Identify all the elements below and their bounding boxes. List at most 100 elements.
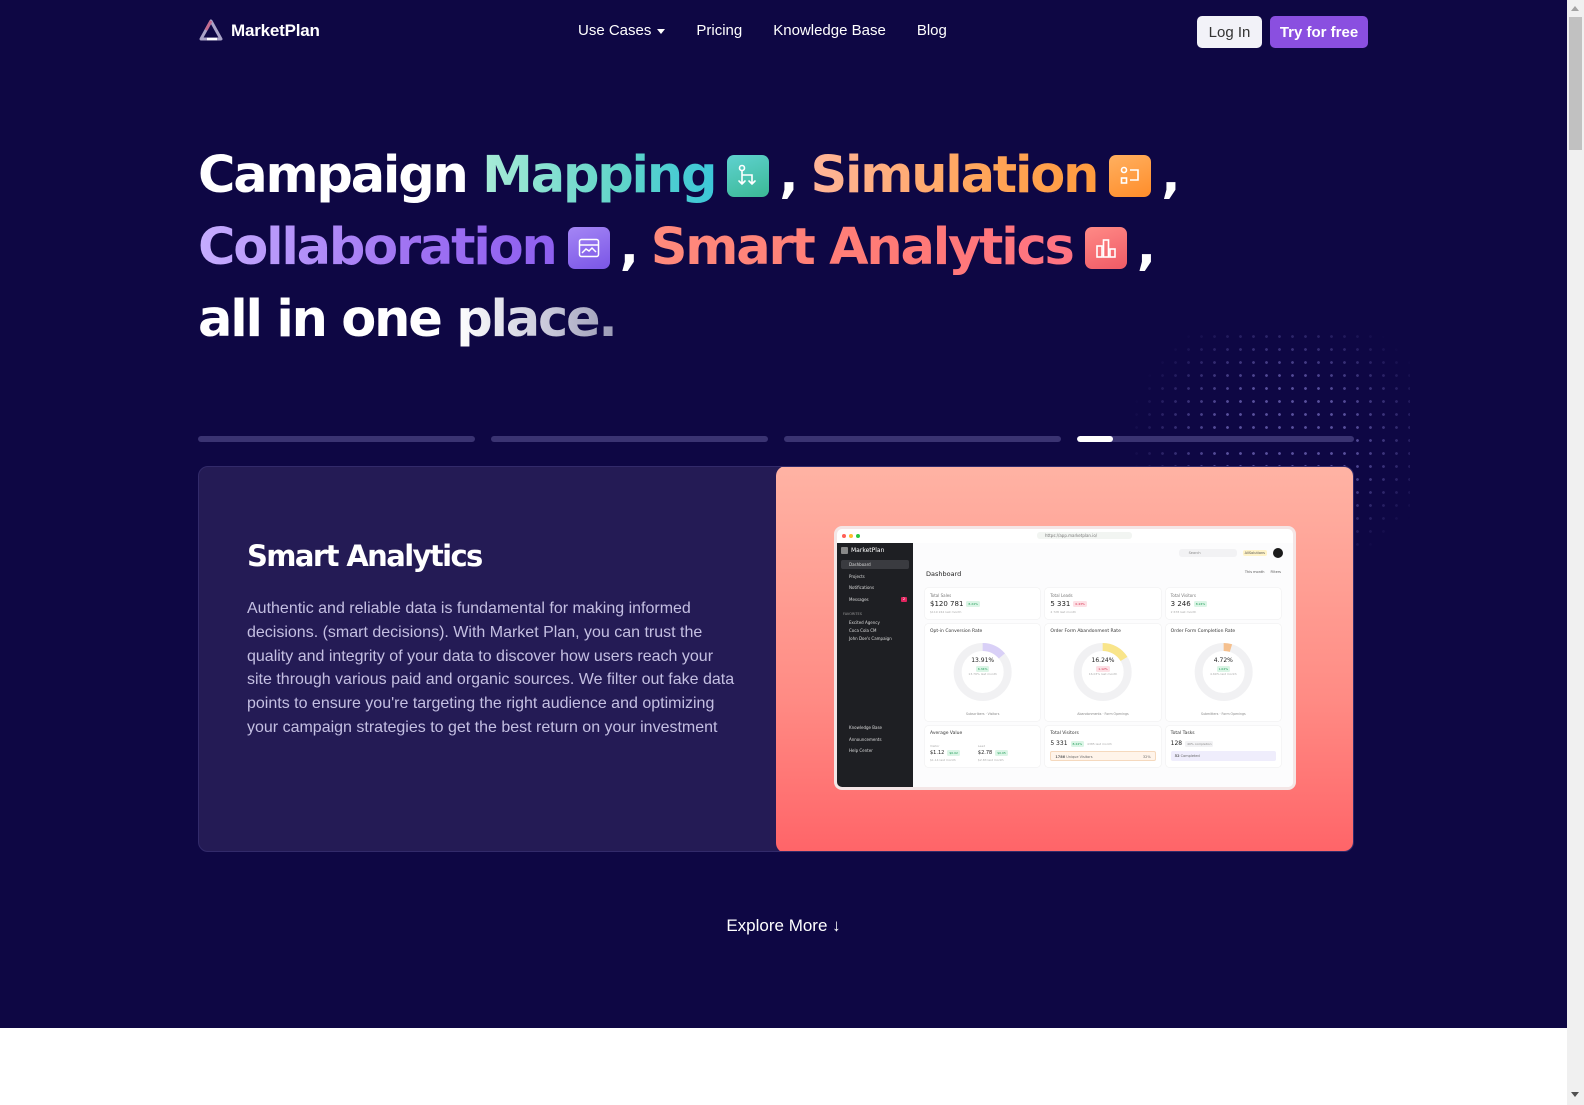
feature-title: Smart Analytics — [247, 539, 483, 573]
slide-tab-3[interactable] — [784, 436, 1061, 442]
nav-blog[interactable]: Blog — [917, 22, 947, 39]
mock-favorite: Excited Agency — [849, 619, 880, 625]
page-scrollbar[interactable] — [1567, 0, 1584, 1105]
stat-label: Total Visitors — [1170, 593, 1196, 598]
scrollbar-thumb[interactable] — [1569, 17, 1582, 150]
page: MarketPlan Use Cases Pricing Knowledge B… — [0, 0, 1584, 1105]
rate-legend: Submitters · Form Openings — [1200, 712, 1246, 716]
branch-arrows-icon — [727, 155, 770, 197]
headline-word-simulation: Simulation — [810, 140, 1099, 212]
stat-change: 8.24% — [1193, 601, 1208, 607]
slide-tab-2[interactable] — [491, 436, 768, 442]
mock-brand: MarketPlan — [841, 547, 909, 554]
stat-change: 8.24% — [966, 601, 980, 607]
chevron-down-icon — [657, 29, 666, 34]
rate-sub: 4.69% last month — [1210, 672, 1237, 676]
mock-grid: Total Sales $120 781 8.24% $119 244 last … — [925, 588, 1281, 767]
window-maximize-dot — [856, 534, 860, 538]
rate-legend: Subscribers · Visitors — [965, 712, 1000, 716]
rate-legend: Abandonments · Form Openings — [1077, 712, 1129, 716]
mock-rate-card: Opt-in Conversion Rate 13.91% 6.34% 13.76%… — [925, 624, 1041, 721]
nav-links: Use Cases Pricing Knowledge Base Blog — [578, 22, 947, 39]
mock-favorite: John Doe's Campaign — [849, 635, 892, 641]
slide-tab-4-active[interactable] — [1077, 436, 1354, 442]
rate-value: 4.72% — [1213, 657, 1233, 664]
window-chart-icon — [567, 227, 610, 269]
mock-page-title: Dashboard — [926, 570, 962, 578]
avg-label: Average Value — [930, 731, 963, 736]
mock-avatar — [1273, 548, 1283, 558]
mock-favorite: Coca Cola CM — [849, 627, 877, 633]
triangle-logo-icon — [199, 19, 223, 41]
mock-nav-dashboard: Dashboard — [841, 560, 909, 569]
rate-label: Opt-in Conversion Rate — [930, 629, 983, 634]
headline-word-place: place. — [456, 284, 618, 356]
brand-logo[interactable]: MarketPlan — [199, 19, 320, 43]
login-button[interactable]: Log In — [1197, 16, 1262, 48]
mock-help-center: Help Center — [849, 748, 873, 753]
mock-brand-name: MarketPlan — [851, 547, 885, 554]
nav-use-cases[interactable]: Use Cases — [578, 22, 666, 39]
nav-pricing[interactable]: Pricing — [696, 22, 742, 39]
mock-messages-badge: 2 — [901, 596, 907, 602]
stat-value: 5 331 — [1050, 600, 1071, 608]
headline-word-campaign: Campaign — [198, 146, 469, 205]
rate-value: 13.91% — [971, 657, 995, 664]
rate-sub: 13.76% last month — [968, 672, 997, 676]
headline-line-1: Campaign Mapping , Simulation , — [198, 140, 1181, 212]
headline-word-smart-analytics: Smart Analytics — [651, 212, 1075, 284]
headline-comma: , — [1161, 146, 1180, 205]
feature-card: Smart Analytics Authentic and reliable d… — [198, 466, 1354, 852]
top-nav: MarketPlan Use Cases Pricing Knowledge B… — [0, 0, 1567, 64]
feature-visual: https://app.marketplan.io/ MarketPlan Da… — [776, 467, 1353, 851]
mock-rate-card: Order Form Completion Rate 4.72% 1.02% 4.6… — [1165, 624, 1281, 721]
mock-knowledge-base: Knowledge Base — [849, 725, 882, 730]
mock-topbar: Search AllSolutions — [1178, 548, 1283, 558]
mock-bottom-links: Knowledge Base Announcements Help Center — [841, 723, 909, 758]
feature-text: Smart Analytics Authentic and reliable d… — [247, 539, 737, 740]
flow-blocks-icon — [1109, 155, 1152, 197]
mock-average-value-card: Average Value Visitor $1.12 $0.02 $1.14 las… — [925, 726, 1041, 767]
try-for-free-button[interactable]: Try for free — [1270, 16, 1368, 48]
bar-chart-icon — [1084, 227, 1127, 269]
hero-section: MarketPlan Use Cases Pricing Knowledge B… — [0, 0, 1567, 1028]
visitors-label: Total Visitors — [1050, 731, 1079, 736]
mock-logo-icon — [841, 547, 848, 554]
mock-nav-messages: Messages 2 — [841, 595, 909, 604]
headline-line-2: Collaboration , Smart Analytics , — [198, 212, 1178, 284]
stat-value: $120 781 — [930, 600, 964, 608]
mock-tools: This month Filters — [1245, 570, 1281, 574]
mock-announcements: Announcements — [849, 736, 882, 742]
dashboard-screenshot: https://app.marketplan.io/ MarketPlan Da… — [834, 526, 1296, 790]
scroll-down-arrow-icon[interactable] — [1571, 1092, 1579, 1097]
stat-change: 0.43% — [1073, 601, 1087, 607]
mock-org: AllSolutions — [1242, 550, 1267, 556]
explore-more-link[interactable]: Explore More ↓ — [0, 916, 1567, 936]
stat-value: 3 246 — [1170, 600, 1191, 608]
mock-stat-card: Total Leads 5 331 0.43% 4 728 last month — [1045, 588, 1161, 619]
hero-headline: Campaign Mapping , Simulation , Collabor… — [198, 140, 1181, 356]
mock-rate-card: Order Form Abandonment Rate 16.24% 1.12% 1… — [1045, 624, 1161, 721]
feature-description: Authentic and reliable data is fundament… — [247, 600, 735, 736]
browser-url: https://app.marketplan.io/ — [1037, 532, 1132, 539]
rate-label: Order Form Completion Rate — [1170, 629, 1236, 634]
explore-more-label: Explore More — [726, 916, 828, 935]
rate-label: Order Form Abandonment Rate — [1050, 629, 1121, 634]
headline-all-in-one: all in one — [198, 290, 443, 349]
headline-word-mapping: Mapping — [482, 140, 717, 212]
headline-line-3: all in one place. — [198, 284, 1178, 356]
stat-sub: 2 678 last month — [1170, 610, 1197, 614]
scroll-up-arrow-icon[interactable] — [1571, 6, 1579, 11]
nav-knowledge-base[interactable]: Knowledge Base — [773, 22, 886, 39]
tasks-label: Total Tasks — [1170, 731, 1195, 736]
mock-nav-messages-label: Messages — [849, 596, 869, 602]
mock-total-visitors-card: Total Visitors 5 331 8.24% 4385 last month… — [1045, 726, 1161, 767]
slide-progress-fill — [1077, 436, 1113, 442]
window-close-dot — [842, 534, 846, 538]
mock-search: Search — [1178, 549, 1237, 557]
slide-progress — [198, 436, 1354, 442]
mock-nav-notifications: Notifications — [849, 585, 875, 590]
stat-sub: $119 244 last month — [930, 610, 962, 614]
slide-tab-1[interactable] — [198, 436, 475, 442]
headline-word-collaboration: Collaboration — [198, 212, 558, 284]
